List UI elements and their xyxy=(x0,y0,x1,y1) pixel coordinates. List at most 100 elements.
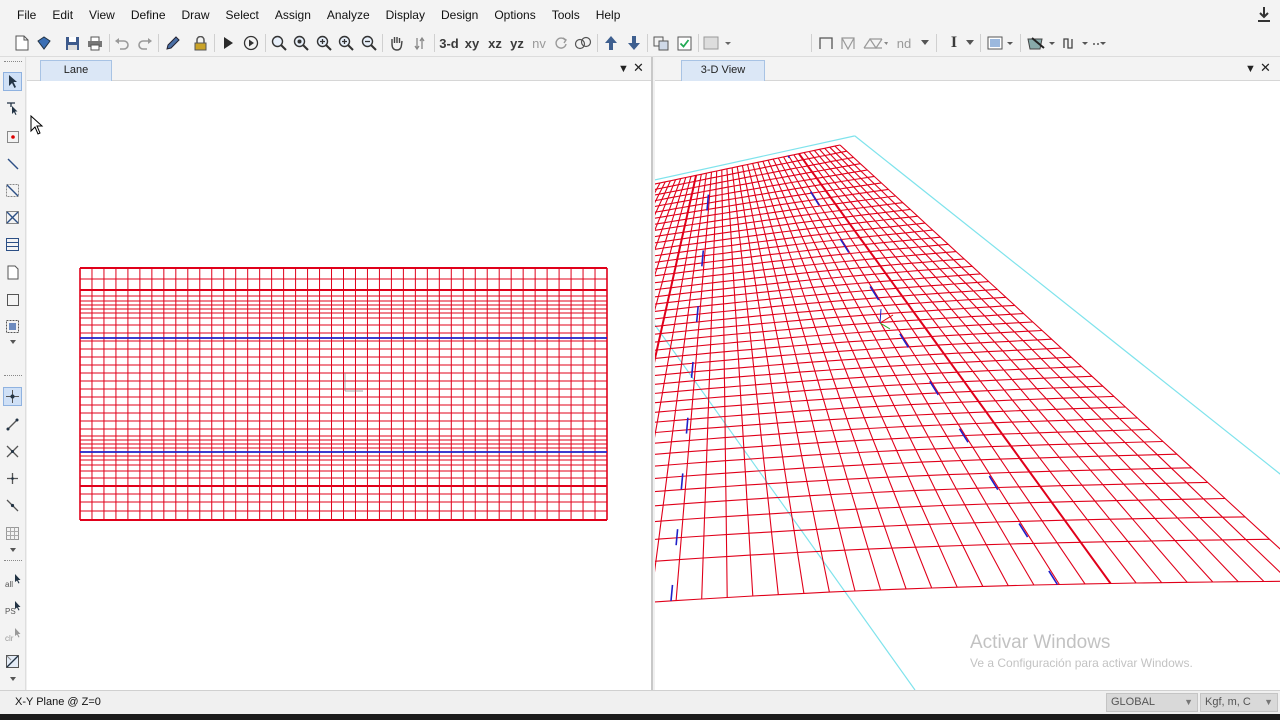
window-layout-button[interactable] xyxy=(985,33,1015,53)
move-down-button[interactable] xyxy=(624,33,644,53)
mesh-line xyxy=(726,168,754,597)
menu-assign[interactable]: Assign xyxy=(267,4,319,26)
intersecting-line-select-button[interactable] xyxy=(3,652,22,671)
3d-view-dropdown[interactable]: ▼ xyxy=(1245,62,1256,76)
open-button[interactable] xyxy=(34,33,54,53)
menu-options[interactable]: Options xyxy=(486,4,543,26)
draw-tools-more[interactable] xyxy=(3,337,22,347)
3d-view-canvas[interactable] xyxy=(655,81,1280,690)
previous-selection-button[interactable]: PS xyxy=(3,598,22,617)
draw-secondary-button[interactable] xyxy=(3,235,22,254)
draw-area-button[interactable] xyxy=(3,263,22,282)
frame-section-button[interactable] xyxy=(816,33,836,53)
zoom-previous-button[interactable] xyxy=(291,33,311,53)
units-select[interactable]: Kgf, m, C ▼ xyxy=(1200,693,1278,712)
quick-draw-frame-button[interactable] xyxy=(3,181,22,200)
download-icon[interactable] xyxy=(1256,6,1272,24)
quick-draw-area-button[interactable] xyxy=(3,317,22,336)
arrow-down-icon xyxy=(628,36,640,50)
draw-joint-button[interactable] xyxy=(3,127,22,146)
menu-file[interactable]: File xyxy=(9,4,44,26)
rubber-band-button[interactable] xyxy=(410,33,430,53)
select-all-icon: all xyxy=(5,573,20,589)
view-yz-button[interactable]: yz xyxy=(506,33,528,53)
sections-button[interactable] xyxy=(1062,33,1106,53)
zoom-fit-icon xyxy=(338,35,354,51)
app-window: File Edit View Define Draw Select Assign… xyxy=(0,0,1280,720)
select-tools-more[interactable] xyxy=(3,674,22,684)
run-analysis-button[interactable] xyxy=(218,33,238,53)
pan-button[interactable] xyxy=(386,33,406,53)
rotate-view-button[interactable] xyxy=(551,33,571,53)
snap-intersection-icon xyxy=(6,445,19,458)
perspective-button[interactable] xyxy=(573,33,593,53)
more-tools-dropdown[interactable] xyxy=(702,33,732,53)
left-toolbar: all PS clr xyxy=(0,57,26,690)
zoom-in-button[interactable] xyxy=(314,33,334,53)
reshape-button[interactable] xyxy=(3,99,22,118)
select-all-button[interactable]: all xyxy=(3,571,22,590)
snap-perpendicular-button[interactable] xyxy=(3,469,22,488)
zoom-window-button[interactable] xyxy=(269,33,289,53)
check-button[interactable] xyxy=(674,33,694,53)
menu-tools[interactable]: Tools xyxy=(544,4,588,26)
snap-fine-grid-button[interactable] xyxy=(3,524,22,543)
redo-button[interactable] xyxy=(135,33,155,53)
print-button[interactable] xyxy=(85,33,105,53)
select-pointer-button[interactable] xyxy=(3,72,22,91)
mesh-line xyxy=(813,150,1188,583)
zoom-out-button[interactable] xyxy=(359,33,379,53)
text-tool-button[interactable]: I xyxy=(946,33,962,53)
view-xy-button[interactable]: xy xyxy=(461,33,483,53)
snap-line-ends-button[interactable] xyxy=(3,415,22,434)
menu-display[interactable]: Display xyxy=(378,4,433,26)
coordinate-system-select[interactable]: GLOBAL ▼ xyxy=(1106,693,1198,712)
menu-view[interactable]: View xyxy=(81,4,123,26)
menu-analyze[interactable]: Analyze xyxy=(319,4,378,26)
lane-view-dropdown[interactable]: ▼ xyxy=(618,62,629,76)
open-model-icon xyxy=(37,36,51,50)
menu-design[interactable]: Design xyxy=(433,4,486,26)
tab-lane[interactable]: Lane xyxy=(40,60,112,81)
snap-intersections-button[interactable] xyxy=(3,442,22,461)
display-style-button[interactable] xyxy=(1024,33,1058,53)
3d-view-close-button[interactable]: ✕ xyxy=(1260,61,1271,75)
pointer-arrow-icon xyxy=(8,75,17,88)
undo-icon xyxy=(115,38,129,50)
save-button[interactable] xyxy=(62,33,82,53)
menu-select[interactable]: Select xyxy=(218,4,267,26)
undo-button[interactable] xyxy=(112,33,132,53)
menu-help[interactable]: Help xyxy=(588,4,629,26)
view-nv-button[interactable]: nv xyxy=(528,33,550,53)
units-value: Kgf, m, C xyxy=(1205,696,1251,708)
reshape-pointer-icon xyxy=(6,102,17,115)
snap-points-button[interactable] xyxy=(3,387,22,406)
set-display-button[interactable] xyxy=(651,33,671,53)
draw-brace-button[interactable] xyxy=(3,208,22,227)
draw-frame-button[interactable] xyxy=(3,154,22,173)
lock-button[interactable] xyxy=(190,33,210,53)
clear-selection-button[interactable]: clr xyxy=(3,625,22,644)
mesh-line xyxy=(655,417,1138,444)
menu-draw[interactable]: Draw xyxy=(174,4,218,26)
bracing-button[interactable] xyxy=(838,33,858,53)
snap-lines-button[interactable] xyxy=(3,496,22,515)
move-up-button[interactable] xyxy=(601,33,621,53)
text-dropdown[interactable] xyxy=(964,33,976,53)
view-3d-button[interactable]: 3-d xyxy=(437,33,461,53)
lane-view-canvas[interactable] xyxy=(27,81,651,690)
view-xz-button[interactable]: xz xyxy=(484,33,506,53)
truss-button[interactable] xyxy=(860,33,890,53)
node-label-button[interactable]: nd xyxy=(892,33,916,53)
draw-rect-area-button[interactable] xyxy=(3,290,22,309)
zoom-fit-button[interactable] xyxy=(336,33,356,53)
tab-3d-view[interactable]: 3-D View xyxy=(681,60,765,81)
lane-view-close-button[interactable]: ✕ xyxy=(633,61,644,75)
menu-define[interactable]: Define xyxy=(123,4,174,26)
new-model-button[interactable] xyxy=(12,33,32,53)
snap-tools-more[interactable] xyxy=(3,545,22,555)
run-step-button[interactable] xyxy=(241,33,261,53)
edit-pencil-button[interactable] xyxy=(162,33,182,53)
node-dropdown[interactable] xyxy=(919,33,931,53)
menu-edit[interactable]: Edit xyxy=(44,4,81,26)
